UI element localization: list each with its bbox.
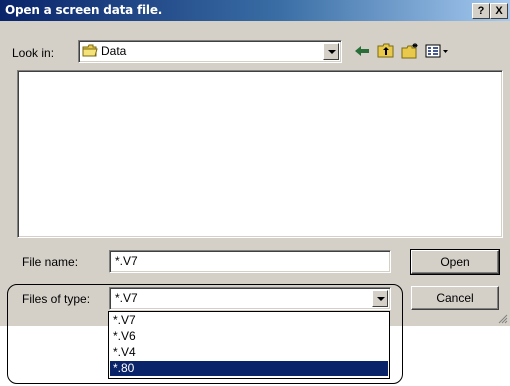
back-arrow-icon[interactable]: [352, 42, 372, 60]
resize-grip-icon[interactable]: [498, 314, 508, 324]
close-button[interactable]: X: [490, 3, 508, 19]
file-type-option[interactable]: *.V4: [110, 345, 388, 360]
dialog-title: Open a screen data file.: [5, 3, 163, 17]
folder-icon: [82, 44, 98, 57]
look-in-label: Look in:: [12, 46, 55, 60]
file-name-label: File name:: [22, 255, 79, 269]
look-in-value: Data: [101, 44, 127, 58]
new-folder-icon[interactable]: [400, 42, 420, 60]
file-list[interactable]: [17, 70, 503, 238]
look-in-combo[interactable]: Data: [78, 40, 342, 63]
open-button[interactable]: Open: [410, 249, 500, 275]
cancel-button[interactable]: Cancel: [411, 286, 499, 310]
file-type-option[interactable]: *.V7: [110, 313, 388, 328]
file-name-input[interactable]: *.V7: [109, 250, 391, 273]
open-file-dialog: Open a screen data file. ? X Look in: Da…: [0, 0, 510, 326]
file-name-value: *.V7: [115, 254, 138, 268]
title-bar[interactable]: Open a screen data file. ? X: [0, 0, 510, 21]
look-in-dropdown-button[interactable]: [323, 43, 339, 60]
file-type-option-selected[interactable]: *.80: [110, 361, 388, 376]
up-folder-icon[interactable]: [376, 42, 396, 60]
view-menu-icon[interactable]: [424, 42, 450, 60]
file-type-option[interactable]: *.V6: [110, 329, 388, 344]
help-button[interactable]: ?: [472, 3, 490, 19]
files-of-type-dropdown-list[interactable]: *.V7 *.V6 *.V4 *.80: [108, 311, 390, 379]
